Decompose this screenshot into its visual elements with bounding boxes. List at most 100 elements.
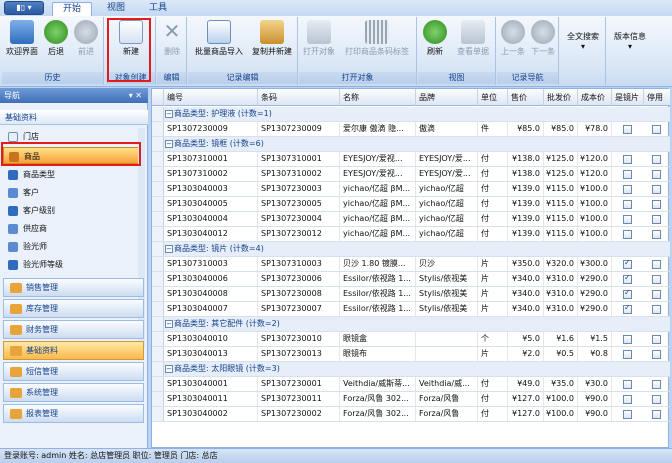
- collapse-icon[interactable]: −: [165, 245, 173, 253]
- cell-price[interactable]: ¥340.0: [508, 287, 544, 301]
- cell-code[interactable]: SP1303040001: [164, 377, 258, 391]
- view-form-button[interactable]: 查看单据: [452, 19, 494, 67]
- cell-wholesale[interactable]: ¥115.0: [544, 212, 578, 226]
- nav-item-optometrist-level[interactable]: 验光师等级: [3, 256, 143, 273]
- cell-wholesale[interactable]: ¥115.0: [544, 197, 578, 211]
- row-selector[interactable]: [152, 317, 164, 331]
- nav-item-customer[interactable]: 客户: [3, 184, 143, 201]
- cell-barcode[interactable]: SP1307230001: [258, 377, 340, 391]
- cell-name[interactable]: yichao/亿超 βM...: [340, 197, 416, 211]
- cell-name[interactable]: yichao/亿超 βM...: [340, 182, 416, 196]
- cell-barcode[interactable]: SP1307230008: [258, 287, 340, 301]
- cell-price[interactable]: ¥350.0: [508, 257, 544, 271]
- row-selector[interactable]: [152, 197, 164, 211]
- table-row[interactable]: SP1303040010 SP1307230010 眼镜盒 个 ¥5.0 ¥1.6 ¥1.5: [152, 332, 670, 347]
- is-lens-checkbox[interactable]: [623, 125, 632, 134]
- cell-unit[interactable]: 片: [478, 347, 508, 361]
- disabled-checkbox[interactable]: [652, 305, 661, 314]
- cell-name[interactable]: Veithdia/威斯蒂...: [340, 377, 416, 391]
- cell-brand[interactable]: Forza/风鲁: [416, 407, 478, 421]
- row-selector[interactable]: [152, 137, 164, 151]
- cell-wholesale[interactable]: ¥310.0: [544, 287, 578, 301]
- cell-wholesale[interactable]: ¥125.0: [544, 152, 578, 166]
- pin-close-icon[interactable]: ▾ ✕: [129, 88, 142, 103]
- cell-unit[interactable]: 付: [478, 152, 508, 166]
- cell-unit[interactable]: 付: [478, 167, 508, 181]
- cell-barcode[interactable]: SP1307310001: [258, 152, 340, 166]
- is-lens-checkbox[interactable]: [623, 230, 632, 239]
- row-selector[interactable]: [152, 257, 164, 271]
- cell-cost[interactable]: ¥100.0: [578, 197, 612, 211]
- cell-wholesale[interactable]: ¥320.0: [544, 257, 578, 271]
- cell-unit[interactable]: 付: [478, 407, 508, 421]
- group-row[interactable]: − 商品类型: 镜片 (计数=4): [152, 242, 670, 257]
- table-row[interactable]: SP1303040008 SP1307230008 Essilor/依视路 1...…: [152, 287, 670, 302]
- cell-price[interactable]: ¥340.0: [508, 302, 544, 316]
- cell-unit[interactable]: 片: [478, 302, 508, 316]
- collapse-icon[interactable]: −: [165, 110, 173, 118]
- header-unit[interactable]: 单位: [478, 89, 508, 106]
- disabled-checkbox[interactable]: [652, 380, 661, 389]
- batch-import-button[interactable]: 批量商品导入: [190, 19, 248, 67]
- cell-code[interactable]: SP1303040007: [164, 302, 258, 316]
- cell-cost[interactable]: ¥100.0: [578, 182, 612, 196]
- cell-barcode[interactable]: SP1307230003: [258, 182, 340, 196]
- table-row[interactable]: SP1307310001 SP1307310001 EYESJOY/爱视... EYE…: [152, 152, 670, 167]
- table-row[interactable]: SP1303040007 SP1307230007 Essilor/依视路 1...…: [152, 302, 670, 317]
- cell-cost[interactable]: ¥1.5: [578, 332, 612, 346]
- cell-cost[interactable]: ¥0.8: [578, 347, 612, 361]
- cell-wholesale[interactable]: ¥1.6: [544, 332, 578, 346]
- disabled-checkbox[interactable]: [652, 215, 661, 224]
- cell-wholesale[interactable]: ¥85.0: [544, 122, 578, 136]
- row-selector[interactable]: [152, 167, 164, 181]
- table-row[interactable]: SP1303040002 SP1307230002 Forza/风鲁 302... F…: [152, 407, 670, 422]
- cell-code[interactable]: SP1303040002: [164, 407, 258, 421]
- is-lens-checkbox[interactable]: [623, 170, 632, 179]
- cell-brand[interactable]: yichao/亿超: [416, 182, 478, 196]
- nav-category-inventory[interactable]: 库存管理: [3, 299, 144, 318]
- cell-cost[interactable]: ¥78.0: [578, 122, 612, 136]
- is-lens-checkbox[interactable]: [623, 273, 632, 284]
- header-code[interactable]: 编号: [164, 89, 258, 106]
- tab-view[interactable]: 视图: [98, 2, 134, 16]
- row-selector[interactable]: [152, 332, 164, 346]
- cell-cost[interactable]: ¥300.0: [578, 257, 612, 271]
- disabled-checkbox[interactable]: [652, 230, 661, 239]
- row-selector[interactable]: [152, 377, 164, 391]
- disabled-checkbox[interactable]: [652, 260, 661, 269]
- is-lens-checkbox[interactable]: [623, 335, 632, 344]
- cell-code[interactable]: SP1303040011: [164, 392, 258, 406]
- cell-wholesale[interactable]: ¥0.5: [544, 347, 578, 361]
- disabled-checkbox[interactable]: [652, 275, 661, 284]
- cell-unit[interactable]: 付: [478, 377, 508, 391]
- cell-code[interactable]: SP1303040005: [164, 197, 258, 211]
- cell-brand[interactable]: [416, 347, 478, 361]
- cell-name[interactable]: EYESJOY/爱视...: [340, 167, 416, 181]
- application-menu-button[interactable]: ▮▯ ▾: [4, 1, 44, 15]
- is-lens-checkbox[interactable]: [623, 215, 632, 224]
- is-lens-checkbox[interactable]: [623, 288, 632, 299]
- cell-wholesale[interactable]: ¥100.0: [544, 392, 578, 406]
- cell-barcode[interactable]: SP1307310002: [258, 167, 340, 181]
- table-row[interactable]: SP1307310002 SP1307310002 EYESJOY/爱视... EYE…: [152, 167, 670, 182]
- cell-brand[interactable]: EYESJOY/爱...: [416, 152, 478, 166]
- row-selector[interactable]: [152, 302, 164, 316]
- disabled-checkbox[interactable]: [652, 335, 661, 344]
- cell-name[interactable]: Essilor/依视路 1...: [340, 272, 416, 286]
- cell-unit[interactable]: 片: [478, 272, 508, 286]
- cell-price[interactable]: ¥139.0: [508, 197, 544, 211]
- cell-cost[interactable]: ¥290.0: [578, 287, 612, 301]
- row-selector[interactable]: [152, 122, 164, 136]
- cell-unit[interactable]: 付: [478, 392, 508, 406]
- cell-cost[interactable]: ¥290.0: [578, 302, 612, 316]
- nav-category-sales[interactable]: 销售管理: [3, 278, 144, 297]
- nav-item-customer-level[interactable]: 客户级别: [3, 202, 143, 219]
- table-row[interactable]: SP1303040004 SP1307230004 yichao/亿超 βM... y…: [152, 212, 670, 227]
- cell-code[interactable]: SP1303040010: [164, 332, 258, 346]
- cell-barcode[interactable]: SP1307310003: [258, 257, 340, 271]
- cell-brand[interactable]: yichao/亿超: [416, 227, 478, 241]
- cell-unit[interactable]: 片: [478, 257, 508, 271]
- nav-item-supplier[interactable]: 供应商: [3, 220, 143, 237]
- cell-price[interactable]: ¥138.0: [508, 167, 544, 181]
- disabled-checkbox[interactable]: [652, 170, 661, 179]
